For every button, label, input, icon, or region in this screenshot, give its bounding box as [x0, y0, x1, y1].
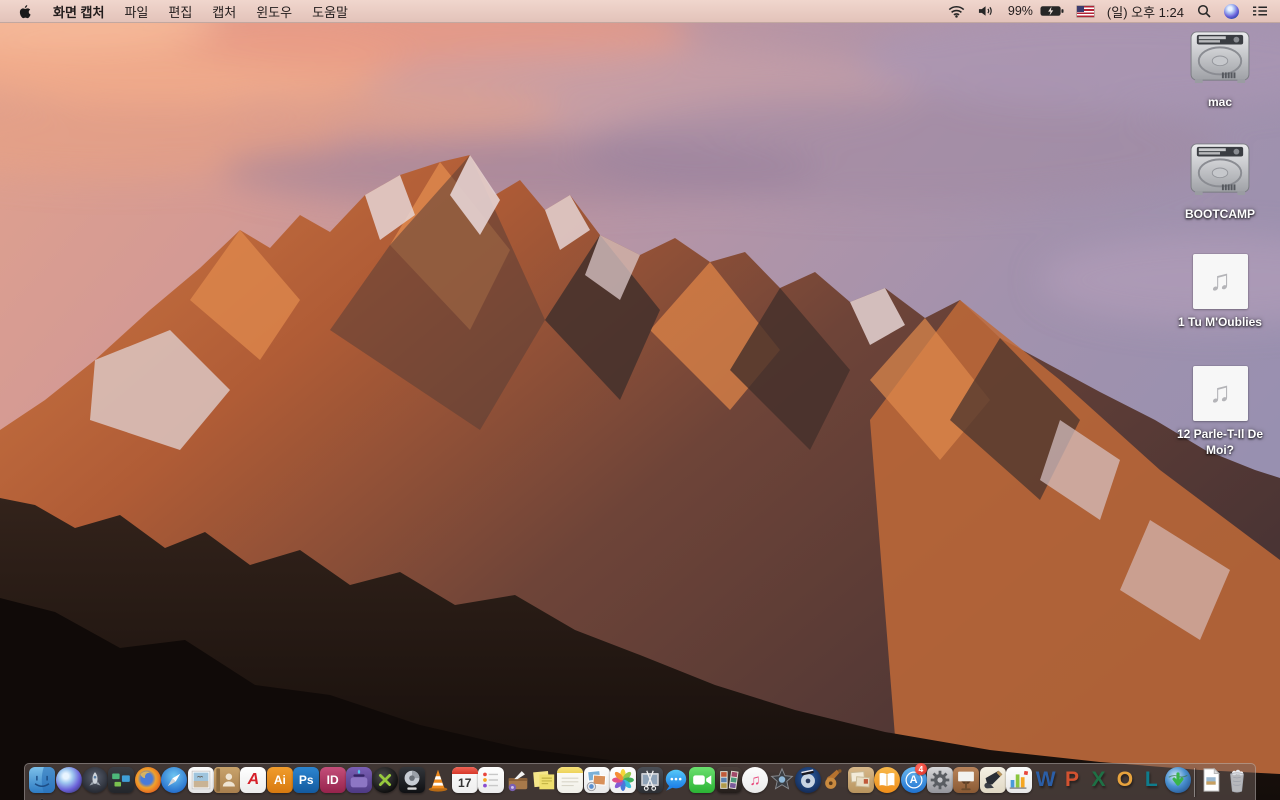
desktop-icon-label: mac — [1207, 95, 1233, 109]
desktop-icon-label: 1 Tu M'Oublies — [1178, 315, 1262, 329]
dock-item-contacts[interactable] — [214, 767, 241, 800]
dock-item-grab[interactable] — [636, 767, 663, 800]
menu-bar-clock[interactable]: (일) 오후 1:24 — [1107, 2, 1184, 21]
dock-item-lync[interactable]: L — [1138, 767, 1164, 800]
dock-item-firefox[interactable] — [134, 767, 161, 800]
siri-icon[interactable] — [1224, 3, 1239, 19]
dock-item-toast[interactable] — [346, 767, 373, 800]
dock-item-divx[interactable] — [372, 767, 399, 800]
dock-item-numbers[interactable] — [1006, 767, 1033, 800]
dock-item-outlook[interactable]: O — [1112, 767, 1138, 800]
desktop-icon-audio-file-1[interactable]: ♫ 1 Tu M'Oublies — [1169, 254, 1271, 366]
dock-item-garageband[interactable] — [821, 767, 847, 800]
apple-logo-icon — [19, 4, 31, 18]
dock-item-mission-control[interactable] — [108, 767, 135, 800]
dock-item-preview[interactable] — [187, 767, 214, 800]
menu-item-4[interactable]: 도움말 — [302, 0, 358, 22]
dock-item-finder[interactable] — [29, 767, 56, 800]
flag-canton — [1076, 5, 1085, 12]
wallpaper — [0, 0, 1280, 800]
notification-center-icon[interactable] — [1252, 5, 1268, 17]
dock-item-siri[interactable] — [55, 767, 82, 800]
dock-item-disk-tool[interactable] — [398, 767, 425, 800]
dock-item-image-capture[interactable] — [583, 767, 610, 800]
dock-item-reminders[interactable] — [478, 767, 505, 800]
dock-item-system-preferences[interactable] — [927, 767, 954, 800]
desktop-icon-label: 12 Parle-T-Il De Moi? — [1176, 427, 1264, 457]
dock-item-messages[interactable] — [663, 767, 689, 800]
dock-item-acrobat-reader[interactable]: A — [240, 767, 267, 800]
desktop: 화면 캡처 파일 편집 캡처 윈도우 도움말 99% (일) 오후 1:24 m… — [0, 0, 1280, 800]
app-menus: 파일 편집 캡처 윈도우 도움말 — [114, 0, 358, 22]
battery-charging-icon[interactable] — [1040, 5, 1064, 17]
active-app-menu[interactable]: 화면 캡처 — [43, 2, 114, 21]
dock-item-pages[interactable] — [979, 767, 1006, 800]
spotlight-search-icon[interactable] — [1197, 4, 1211, 18]
dock-item-launchpad[interactable] — [82, 767, 109, 800]
dock-item-stickies[interactable] — [531, 767, 557, 800]
notification-badge: 4 — [914, 763, 927, 775]
dock-item-keynote[interactable] — [953, 767, 980, 800]
dock-item-notes[interactable] — [557, 767, 584, 800]
dock-item-calendar[interactable]: 17 — [451, 767, 478, 800]
hard-drive-icon — [1189, 142, 1251, 201]
apple-menu[interactable] — [12, 0, 43, 22]
desktop-icon-label: BOOTCAMP — [1185, 207, 1255, 221]
dock-item-word[interactable]: W — [1032, 767, 1058, 800]
battery-percent: 99% — [1007, 4, 1033, 18]
dock-item-photoshop[interactable]: Ps — [293, 767, 320, 800]
desktop-icon-bootcamp-volume[interactable]: BOOTCAMP — [1169, 142, 1271, 254]
desktop-icons: mac BOOTCAMP ♫ 1 Tu M'Oublies ♫ 12 Parle-T-I… — [1169, 30, 1271, 478]
dock-item-excel[interactable]: X — [1085, 767, 1111, 800]
dock-item-trash[interactable] — [1224, 767, 1250, 800]
desktop-icon-mac-volume[interactable]: mac — [1169, 30, 1271, 142]
menu-item-0[interactable]: 파일 — [114, 0, 158, 22]
dock-items: A Ai Ps ID 17 ♫ A 4 W P X O L — [29, 763, 1251, 800]
dock-item-document-file[interactable] — [1198, 767, 1224, 800]
keyboard-layout-us-flag-icon[interactable] — [1076, 5, 1094, 17]
dock-item-app-store[interactable]: A4 — [900, 763, 927, 800]
menu-item-2[interactable]: 캡처 — [202, 0, 246, 22]
dock-item-indesign[interactable]: ID — [319, 767, 346, 800]
dock-item-safari[interactable] — [161, 767, 188, 800]
dock-item-facetime[interactable] — [689, 767, 716, 800]
dock-item-itunes[interactable]: ♫ — [742, 767, 769, 800]
dock: A Ai Ps ID 17 ♫ A 4 W P X O L — [24, 763, 1256, 800]
dock-item-drop-box[interactable] — [504, 767, 530, 800]
audio-file-icon: ♫ — [1192, 366, 1248, 421]
hard-drive-icon — [1189, 30, 1251, 89]
dock-item-imovie[interactable] — [768, 767, 794, 800]
dock-item-downloads-globe[interactable] — [1164, 767, 1191, 800]
dock-item-vlc[interactable] — [425, 767, 451, 800]
audio-file-icon: ♫ — [1192, 254, 1248, 309]
menu-bar: 화면 캡처 파일 편집 캡처 윈도우 도움말 99% (일) 오후 1:24 — [0, 0, 1280, 23]
dock-item-photo-booth[interactable] — [715, 767, 742, 800]
dock-item-photos[interactable] — [610, 767, 637, 800]
volume-icon[interactable] — [978, 5, 995, 17]
dock-item-illustrator[interactable]: Ai — [266, 767, 293, 800]
dock-item-powerpoint[interactable]: P — [1059, 767, 1085, 800]
menu-bar-status: 99% (일) 오후 1:24 — [948, 0, 1268, 22]
dock-item-ibooks[interactable] — [874, 767, 901, 800]
desktop-icon-audio-file-2[interactable]: ♫ 12 Parle-T-Il De Moi? — [1169, 366, 1271, 478]
menu-item-3[interactable]: 윈도우 — [246, 0, 302, 22]
menu-item-1[interactable]: 편집 — [158, 0, 202, 22]
dock-item-mail-stationery[interactable] — [847, 767, 874, 800]
dock-separator — [1193, 768, 1195, 797]
wifi-icon[interactable] — [948, 5, 965, 18]
menu-bar-left: 화면 캡처 파일 편집 캡처 윈도우 도움말 — [12, 0, 358, 22]
dock-item-idvd[interactable] — [794, 767, 821, 800]
